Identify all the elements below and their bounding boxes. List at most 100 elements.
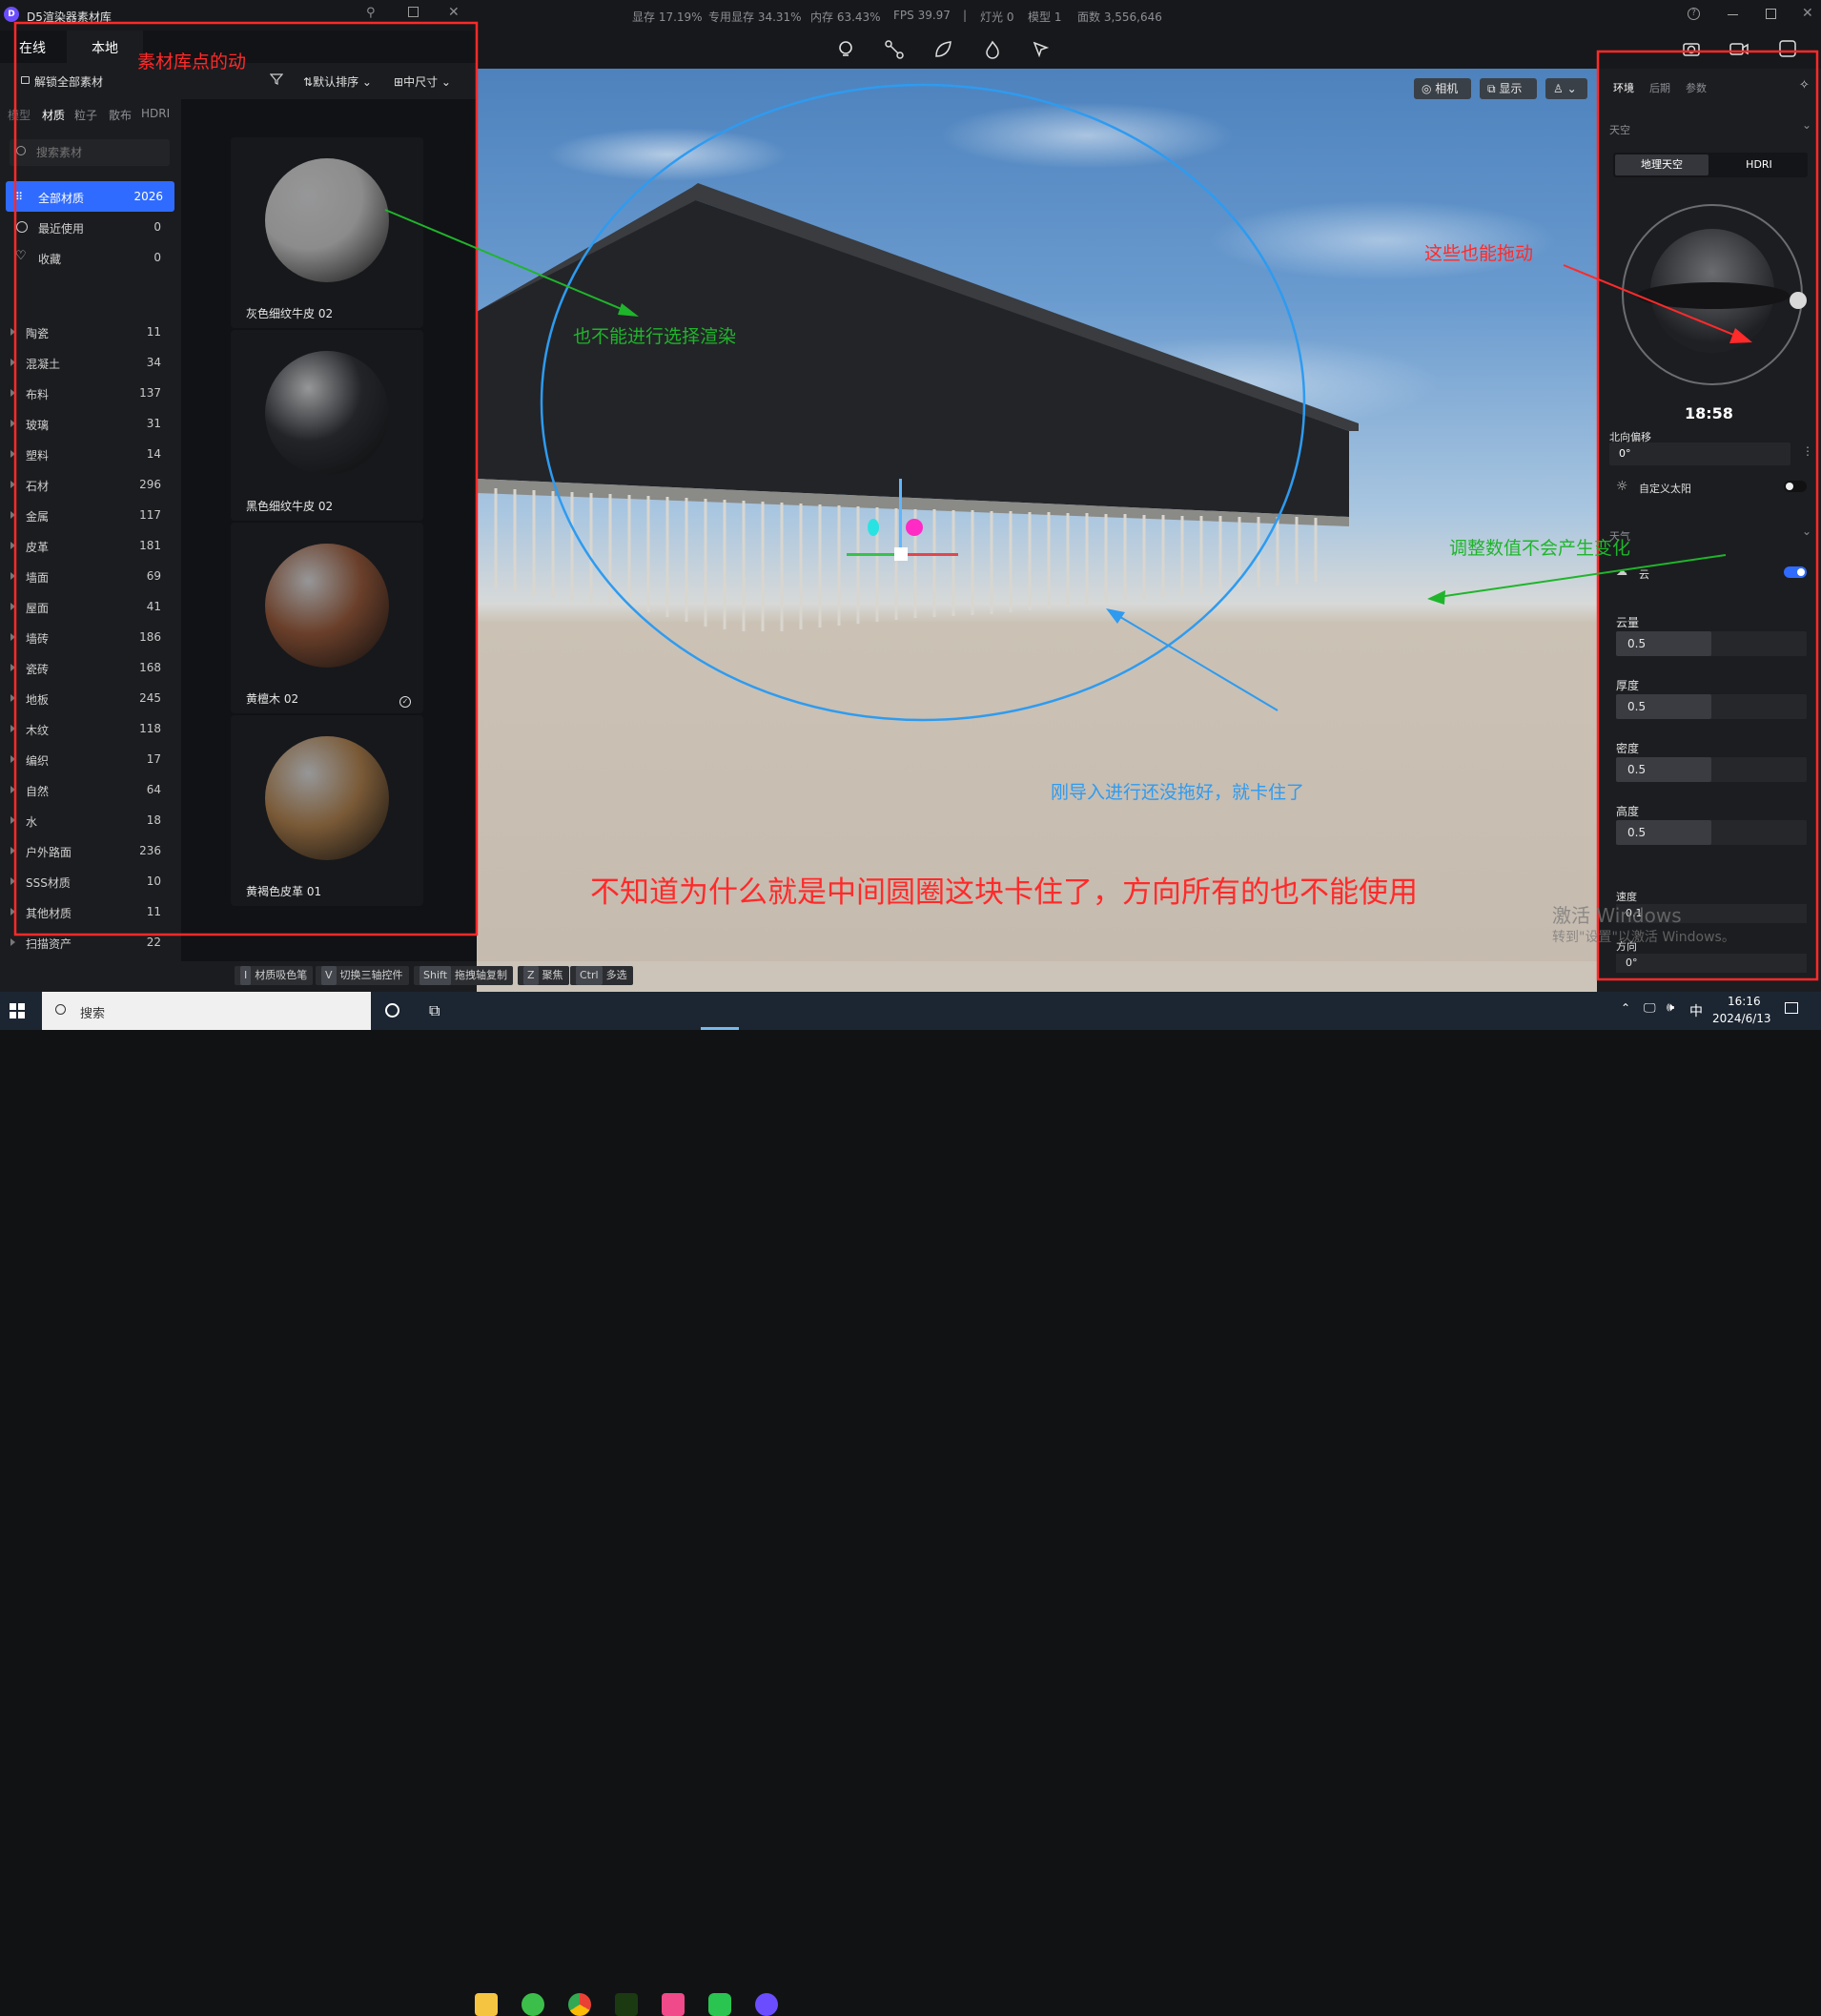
- quick-recent[interactable]: 最近使用 0: [0, 212, 174, 242]
- category-item[interactable]: 编织 17: [0, 744, 174, 774]
- expand-caret-icon[interactable]: [10, 908, 15, 915]
- wechat-icon[interactable]: [708, 1993, 731, 2016]
- gizmo-y-axis[interactable]: [899, 479, 902, 555]
- close-icon[interactable]: ✕: [448, 5, 460, 20]
- notification-icon[interactable]: [1785, 1002, 1798, 1014]
- expand-caret-icon[interactable]: [10, 420, 15, 427]
- tab-local[interactable]: 本地: [67, 31, 143, 63]
- sort-dropdown[interactable]: ⇅默认排序 ⌄: [303, 73, 372, 90]
- tab-params[interactable]: 参数: [1686, 80, 1707, 95]
- video-icon[interactable]: [1729, 38, 1749, 59]
- expand-caret-icon[interactable]: [10, 633, 15, 641]
- north-offset-input[interactable]: 0°: [1609, 442, 1790, 465]
- category-item[interactable]: 屋面 41: [0, 591, 174, 622]
- sky-mode-hdri[interactable]: HDRI: [1712, 154, 1806, 175]
- leaf-icon[interactable]: [932, 39, 953, 60]
- gizmo-z-axis[interactable]: [847, 553, 901, 556]
- param-slider[interactable]: 0.5: [1616, 757, 1807, 782]
- material-card[interactable]: 灰色细纹牛皮 02: [231, 137, 423, 328]
- display-button[interactable]: ⧉ 显示: [1480, 78, 1537, 99]
- type-tab-model[interactable]: 模型: [8, 107, 36, 123]
- search-box[interactable]: [10, 139, 170, 166]
- type-tab-particle[interactable]: 粒子: [74, 107, 103, 123]
- expand-caret-icon[interactable]: [10, 877, 15, 885]
- expand-caret-icon[interactable]: [10, 328, 15, 336]
- param-slider[interactable]: 0.5: [1616, 631, 1807, 656]
- category-item[interactable]: 地板 245: [0, 683, 174, 713]
- gizmo-rotate-handle-cyan[interactable]: [868, 519, 879, 536]
- expand-caret-icon[interactable]: [10, 816, 15, 824]
- category-item[interactable]: 木纹 118: [0, 713, 174, 744]
- expand-caret-icon[interactable]: [10, 359, 15, 366]
- path-tool-icon[interactable]: [884, 39, 905, 60]
- sky-collapse-icon[interactable]: ⌄: [1802, 118, 1811, 132]
- north-offset-more-icon[interactable]: ⋮: [1802, 444, 1813, 458]
- tab-post[interactable]: 后期: [1649, 80, 1670, 95]
- task-view-icon[interactable]: ⧉: [429, 1001, 440, 1020]
- tab-online[interactable]: 在线: [0, 31, 67, 63]
- category-item[interactable]: 自然 64: [0, 774, 174, 805]
- pin-icon[interactable]: ⚲: [366, 6, 376, 20]
- size-dropdown[interactable]: ⊞中尺寸 ⌄: [394, 73, 451, 90]
- cloud-toggle[interactable]: [1784, 566, 1807, 578]
- param-slider[interactable]: 0.5: [1616, 820, 1807, 845]
- category-item[interactable]: 扫描资产 22: [0, 927, 174, 957]
- expand-caret-icon[interactable]: [10, 572, 15, 580]
- sun-handle-icon[interactable]: [1790, 292, 1807, 309]
- expand-caret-icon[interactable]: [10, 481, 15, 488]
- category-item[interactable]: 墙砖 186: [0, 622, 174, 652]
- expand-caret-icon[interactable]: [10, 786, 15, 793]
- custom-sun-toggle[interactable]: [1784, 481, 1807, 492]
- minimize-icon[interactable]: [1728, 14, 1738, 15]
- material-preview-sphere[interactable]: [265, 158, 389, 282]
- clock-date[interactable]: 2024/6/13: [1712, 1012, 1771, 1025]
- browser-360-icon[interactable]: [522, 1993, 544, 2016]
- gizmo-center[interactable]: [894, 547, 908, 561]
- category-item[interactable]: 瓷砖 168: [0, 652, 174, 683]
- filter-icon[interactable]: [270, 72, 283, 86]
- category-item[interactable]: 墙面 69: [0, 561, 174, 591]
- category-item[interactable]: 塑料 14: [0, 439, 174, 469]
- quick-all-materials[interactable]: ⠿ 全部材质 2026: [6, 181, 174, 212]
- expand-caret-icon[interactable]: [10, 847, 15, 854]
- ime-indicator[interactable]: 中: [1689, 1001, 1703, 1020]
- view-mode-dropdown[interactable]: ♙ ⌄: [1545, 78, 1587, 99]
- type-tab-scatter[interactable]: 散布: [109, 107, 137, 123]
- file-explorer-icon[interactable]: [475, 1993, 498, 2016]
- material-preview-sphere[interactable]: [265, 736, 389, 860]
- material-preview-sphere[interactable]: [265, 351, 389, 475]
- expand-caret-icon[interactable]: [10, 938, 15, 946]
- expand-caret-icon[interactable]: [10, 603, 15, 610]
- expand-caret-icon[interactable]: [10, 389, 15, 397]
- sun-position-dial[interactable]: [1622, 204, 1807, 385]
- material-card[interactable]: 黄檀木 02: [231, 523, 423, 713]
- expand-caret-icon[interactable]: [10, 755, 15, 763]
- camera-button[interactable]: ◎ 相机: [1414, 78, 1471, 99]
- param-slider[interactable]: 0.5: [1616, 694, 1807, 719]
- expand-caret-icon[interactable]: [10, 511, 15, 519]
- category-item[interactable]: 布料 137: [0, 378, 174, 408]
- tray-chevron-icon[interactable]: ⌃: [1621, 1001, 1630, 1015]
- windows-start-icon[interactable]: [10, 1003, 25, 1018]
- d5-taskbar-icon[interactable]: [755, 1993, 778, 2016]
- weather-collapse-icon[interactable]: ⌄: [1802, 525, 1811, 538]
- category-item[interactable]: SSS材质 10: [0, 866, 174, 896]
- category-item[interactable]: 玻璃 31: [0, 408, 174, 439]
- 3d-viewport[interactable]: ◎ 相机 ⧉ 显示 ♙ ⌄: [477, 69, 1597, 992]
- app-pink-icon[interactable]: [662, 1993, 685, 2016]
- type-tab-hdri[interactable]: HDRI: [141, 107, 179, 120]
- expand-caret-icon[interactable]: [10, 450, 15, 458]
- category-item[interactable]: 石材 296: [0, 469, 174, 500]
- light-bulb-icon[interactable]: [835, 39, 856, 60]
- category-item[interactable]: 金属 117: [0, 500, 174, 530]
- nvidia-icon[interactable]: [615, 1993, 638, 2016]
- help-icon[interactable]: ?: [1688, 8, 1700, 20]
- category-item[interactable]: 陶瓷 11: [0, 317, 174, 347]
- magic-wand-icon[interactable]: ✧: [1799, 78, 1810, 93]
- category-item[interactable]: 混凝土 34: [0, 347, 174, 378]
- expand-caret-icon[interactable]: [10, 725, 15, 732]
- sky-mode-geo[interactable]: 地理天空: [1615, 154, 1708, 175]
- expand-caret-icon[interactable]: [10, 664, 15, 671]
- cortana-icon[interactable]: [385, 1003, 399, 1018]
- category-item[interactable]: 其他材质 11: [0, 896, 174, 927]
